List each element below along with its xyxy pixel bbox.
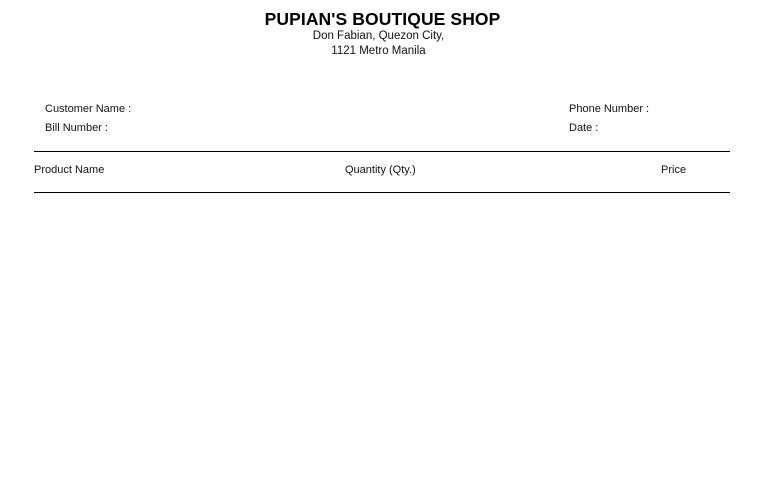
column-header-product-name: Product Name [34, 164, 105, 176]
column-header-price: Price [661, 164, 687, 176]
date-label: Date : [569, 122, 599, 134]
address-line-1: Don Fabian, Quezon City, [312, 30, 445, 42]
customer-name-label: Customer Name : [45, 103, 132, 115]
address-line-2: 1121 Metro Manila [331, 45, 426, 57]
column-header-quantity: Quantity (Qty.) [345, 164, 416, 176]
table-header-bottom-divider [34, 192, 730, 193]
table-top-divider [34, 151, 730, 152]
shop-name: PUPIAN'S BOUTIQUE SHOP [264, 9, 501, 29]
phone-number-label: Phone Number : [569, 103, 650, 115]
bill-number-label: Bill Number : [45, 122, 108, 134]
